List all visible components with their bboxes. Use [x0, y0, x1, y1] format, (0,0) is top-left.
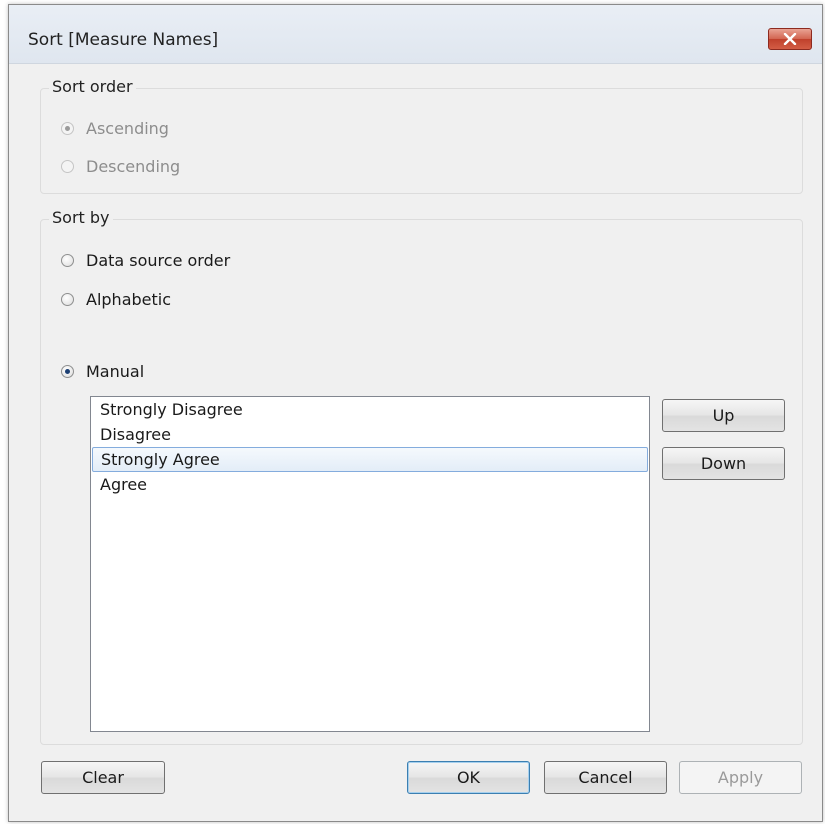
descending-option[interactable]: Descending [61, 157, 180, 176]
manual-radio[interactable] [61, 365, 74, 378]
data-source-order-label: Data source order [86, 251, 231, 270]
ascending-radio[interactable] [61, 122, 74, 135]
manual-label: Manual [86, 362, 145, 381]
list-item[interactable]: Disagree [91, 422, 649, 447]
descending-radio[interactable] [61, 160, 74, 173]
cancel-button[interactable]: Cancel [544, 761, 667, 794]
manual-option[interactable]: Manual [61, 362, 144, 381]
sort-dialog: Sort [Measure Names] Sort order Ascendin… [8, 4, 823, 822]
ascending-label: Ascending [86, 119, 169, 138]
alphabetic-option[interactable]: Alphabetic [61, 290, 171, 309]
apply-button[interactable]: Apply [679, 761, 802, 794]
close-icon [783, 33, 797, 45]
window-title: Sort [Measure Names] [28, 30, 219, 50]
close-button[interactable] [768, 28, 812, 50]
title-bar[interactable]: Sort [Measure Names] [9, 5, 822, 64]
alphabetic-radio[interactable] [61, 293, 74, 306]
list-item[interactable]: Strongly Disagree [91, 397, 649, 422]
list-item[interactable]: Agree [91, 472, 649, 497]
sort-by-label: Sort by [49, 208, 113, 227]
down-button[interactable]: Down [662, 447, 785, 480]
data-source-order-radio[interactable] [61, 254, 74, 267]
list-item-selected[interactable]: Strongly Agree [92, 447, 648, 472]
clear-button[interactable]: Clear [41, 761, 165, 794]
alphabetic-label: Alphabetic [86, 290, 172, 309]
descending-label: Descending [86, 157, 181, 176]
data-source-order-option[interactable]: Data source order [61, 251, 230, 270]
sort-order-label: Sort order [49, 77, 136, 96]
ok-button[interactable]: OK [407, 761, 530, 794]
manual-sort-list[interactable]: Strongly Disagree Disagree Strongly Agre… [90, 396, 650, 732]
sort-order-group [40, 88, 803, 194]
up-button[interactable]: Up [662, 399, 785, 432]
ascending-option[interactable]: Ascending [61, 119, 169, 138]
